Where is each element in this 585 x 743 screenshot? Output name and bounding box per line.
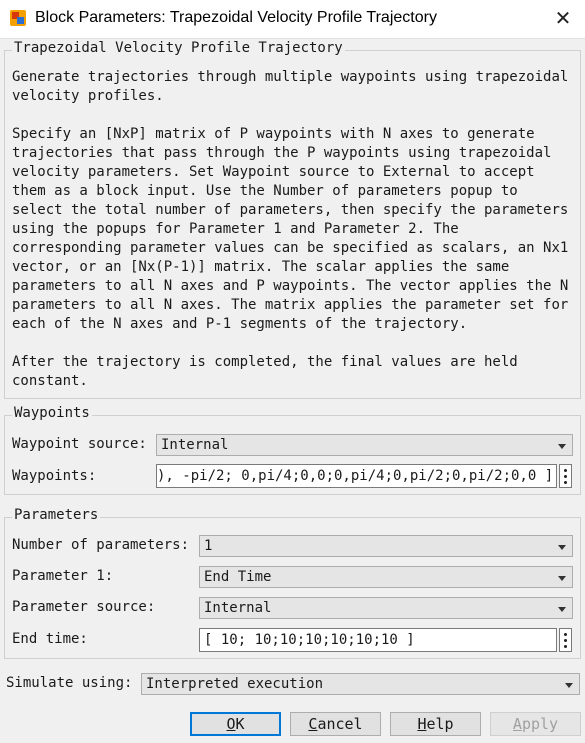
- ok-mnemonic: O: [226, 715, 236, 733]
- close-button[interactable]: ✕: [548, 6, 578, 32]
- chevron-down-icon: [565, 683, 573, 688]
- waypoints-label: Waypoints:: [12, 468, 97, 484]
- parameter-1-dropdown[interactable]: End Time: [199, 566, 573, 588]
- help-label: elp: [426, 715, 454, 733]
- waypoints-input[interactable]: ), -pi/2; 0,pi/4;0,0;0,pi/4;0,pi/2;0,pi/…: [156, 464, 557, 488]
- help-button[interactable]: Help: [390, 712, 481, 736]
- cancel-label: ancel: [317, 715, 363, 733]
- parameter-source-label: Parameter source:: [12, 599, 156, 615]
- waypoints-more-button[interactable]: [559, 464, 572, 488]
- simulate-using-label: Simulate using:: [6, 675, 133, 691]
- chevron-down-icon: [558, 576, 566, 581]
- block-name-heading: Trapezoidal Velocity Profile Trajectory: [12, 40, 345, 56]
- waypoint-source-value: Internal: [161, 437, 229, 453]
- number-of-parameters-value: 1: [204, 538, 213, 554]
- close-icon: ✕: [554, 8, 572, 30]
- parameter-source-dropdown[interactable]: Internal: [199, 597, 573, 619]
- end-time-more-button[interactable]: [559, 628, 572, 652]
- simulate-using-dropdown[interactable]: Interpreted execution: [141, 673, 580, 695]
- end-time-input[interactable]: [ 10; 10;10;10;10;10;10 ]: [199, 628, 557, 652]
- end-time-label: End time:: [12, 631, 88, 647]
- chevron-down-icon: [558, 444, 566, 449]
- number-of-parameters-label: Number of parameters:: [12, 537, 190, 553]
- end-time-value: [ 10; 10;10;10;10;10;10 ]: [204, 632, 415, 648]
- ok-label: K: [235, 715, 245, 733]
- ok-button[interactable]: OK: [190, 712, 281, 736]
- apply-button[interactable]: Apply: [490, 712, 581, 736]
- title-bar: Block Parameters: Trapezoidal Velocity P…: [0, 0, 585, 39]
- window-title: Block Parameters: Trapezoidal Velocity P…: [35, 9, 437, 26]
- simulink-block-icon: [10, 10, 26, 26]
- waypoint-source-label: Waypoint source:: [12, 436, 147, 452]
- apply-label: pply: [521, 715, 559, 733]
- vertical-ellipsis-icon: [564, 469, 567, 487]
- parameter-1-value: End Time: [204, 569, 272, 585]
- cancel-button[interactable]: Cancel: [290, 712, 381, 736]
- vertical-ellipsis-icon: [564, 633, 567, 651]
- waypoints-group-title: Waypoints: [12, 405, 92, 421]
- number-of-parameters-dropdown[interactable]: 1: [199, 535, 573, 557]
- block-description: Generate trajectories through multiple w…: [12, 69, 569, 389]
- chevron-down-icon: [558, 545, 566, 550]
- parameter-source-value: Internal: [204, 600, 272, 616]
- waypoint-source-dropdown[interactable]: Internal: [156, 434, 573, 456]
- parameter-1-label: Parameter 1:: [12, 568, 114, 584]
- apply-mnemonic: A: [512, 715, 522, 733]
- chevron-down-icon: [558, 607, 566, 612]
- parameters-group-title: Parameters: [12, 507, 101, 523]
- waypoints-value: ), -pi/2; 0,pi/4;0,0;0,pi/4;0,pi/2;0,pi/…: [157, 468, 554, 484]
- simulate-using-value: Interpreted execution: [146, 676, 324, 692]
